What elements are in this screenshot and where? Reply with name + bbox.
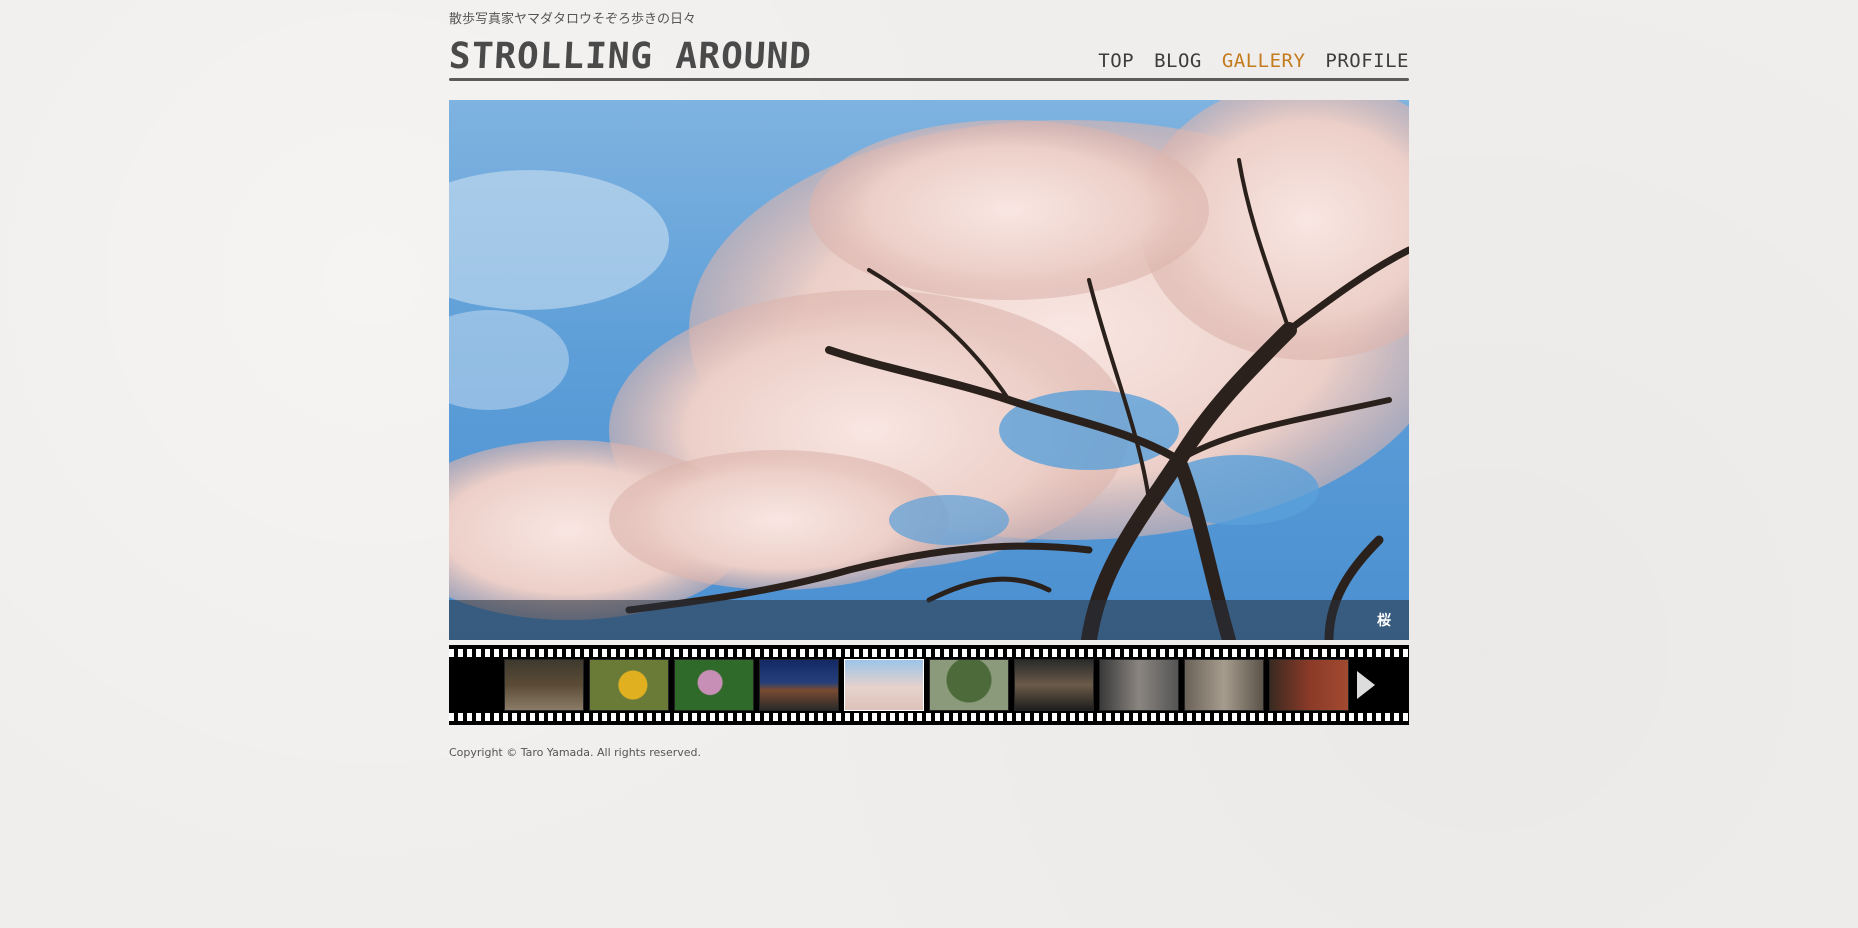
header-divider <box>449 78 1409 81</box>
gallery-main-photo[interactable]: 桜 <box>449 100 1409 640</box>
filmstrip-sprockets-top <box>449 649 1409 657</box>
thumbnail-selected[interactable] <box>844 659 924 711</box>
caption-bar: 桜 <box>449 600 1409 640</box>
copyright: Copyright © Taro Yamada. All rights rese… <box>449 746 702 759</box>
nav-blog[interactable]: BLOG <box>1154 50 1202 72</box>
thumbnail[interactable] <box>504 659 584 711</box>
thumbnail[interactable] <box>1184 659 1264 711</box>
nav-profile[interactable]: PROFILE <box>1325 50 1409 72</box>
site-tagline: 散歩写真家ヤマダタロウそぞろ歩きの日々 <box>449 12 697 27</box>
filmstrip <box>449 645 1409 725</box>
thumbnail[interactable] <box>589 659 669 711</box>
thumbnail[interactable] <box>759 659 839 711</box>
site-logo[interactable]: STROLLING AROUND <box>448 36 813 77</box>
thumbnail[interactable] <box>1269 659 1349 711</box>
cherry-blossom-photo <box>449 100 1409 640</box>
thumbnail-list <box>504 659 1349 711</box>
nav-top[interactable]: TOP <box>1098 50 1134 72</box>
thumbnail[interactable] <box>1099 659 1179 711</box>
main-nav: TOP BLOG GALLERY PROFILE <box>1098 50 1409 72</box>
thumbnail[interactable] <box>674 659 754 711</box>
filmstrip-sprockets-bottom <box>449 713 1409 721</box>
photo-caption: 桜 <box>1377 613 1391 629</box>
thumbnail[interactable] <box>1014 659 1094 711</box>
play-arrow-icon[interactable] <box>1357 671 1375 699</box>
nav-gallery[interactable]: GALLERY <box>1222 50 1306 72</box>
thumbnail[interactable] <box>929 659 1009 711</box>
